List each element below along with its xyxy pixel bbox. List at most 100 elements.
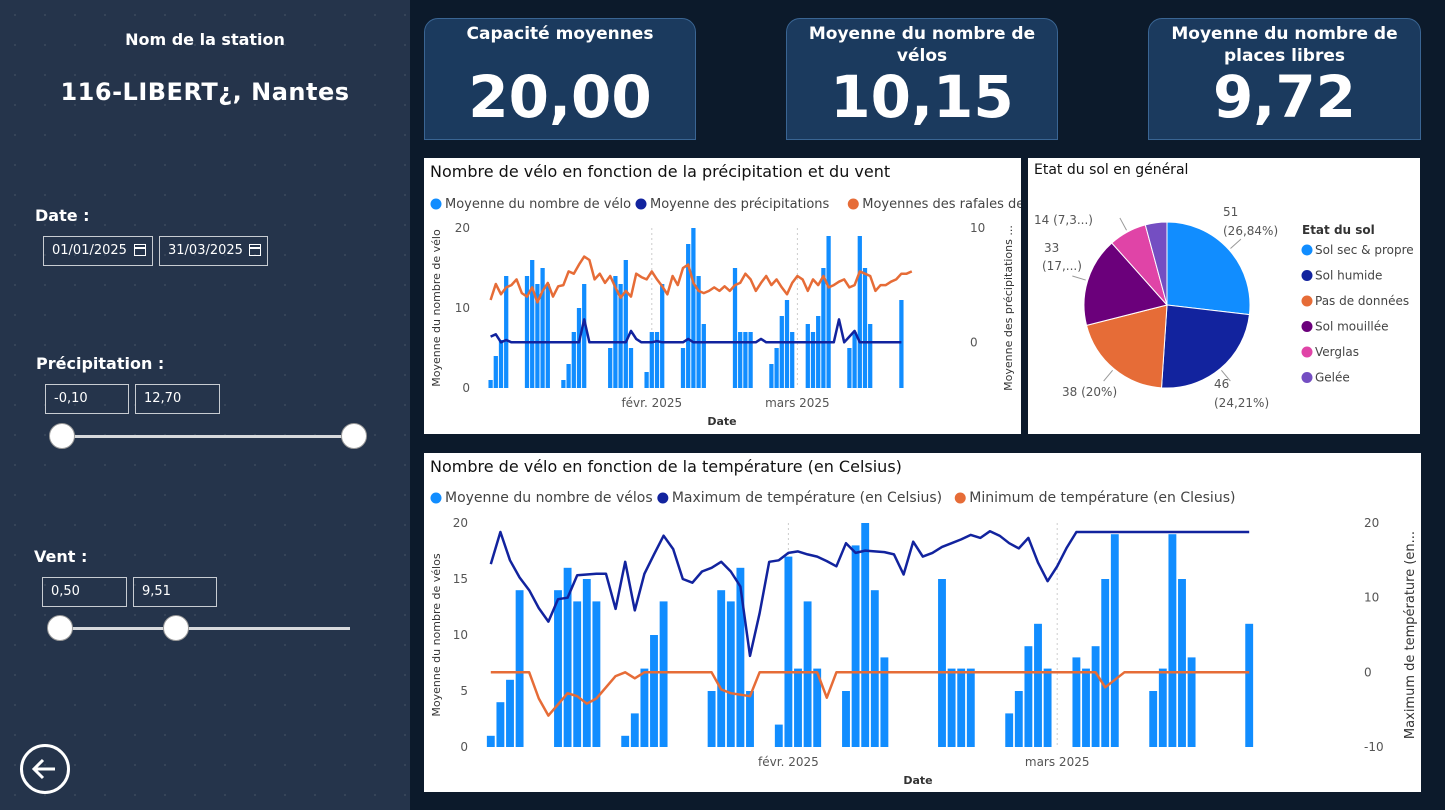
legend-label: Moyenne des précipitations (650, 197, 830, 212)
precipitation-max-handle[interactable] (341, 423, 367, 449)
legend-label: Sol mouillée (1315, 320, 1389, 334)
bar (504, 276, 509, 388)
bar (816, 316, 821, 388)
data-label: 51 (1223, 205, 1238, 219)
vent-max-handle[interactable] (163, 615, 189, 641)
precipitation-min-input[interactable]: -0,10 (45, 384, 129, 414)
data-label-pct: (26,84%) (1223, 224, 1278, 238)
precipitation-min-handle[interactable] (49, 423, 75, 449)
chart-bikes-precipitation: Nombre de vélo en fonction de la précipi… (424, 158, 1064, 434)
bar (826, 236, 831, 388)
date-to-input[interactable]: 31/03/2025 (159, 236, 268, 266)
bar (899, 300, 904, 388)
vent-slider-track[interactable] (60, 627, 350, 630)
vent-min-input[interactable]: 0,50 (42, 577, 127, 607)
bar (748, 332, 753, 388)
legend-label: Moyennes des rafales de vents (862, 197, 1021, 212)
legend-label: Verglas (1315, 345, 1359, 359)
kpi-title: Capacité moyennes (466, 24, 654, 44)
bar (862, 268, 868, 388)
arrow-left-icon (31, 758, 55, 780)
date-from-value: 01/01/2025 (52, 243, 127, 258)
chart-title: Nombre de vélo en fonction de la précipi… (430, 162, 890, 181)
legend-marker (657, 492, 669, 504)
kpi-card-free-places: Moyenne du nombre de places libres 9,72 (1148, 18, 1421, 140)
bar (561, 380, 566, 388)
bar (582, 284, 587, 388)
leader-line (1119, 217, 1127, 231)
bar (540, 268, 545, 388)
bar (1072, 657, 1081, 747)
legend-marker (1301, 321, 1313, 332)
pie-slice (1160, 304, 1250, 389)
filter-sidebar: Nom de la station 116-LIBERT¿, Nantes Da… (0, 0, 410, 810)
back-button[interactable] (20, 744, 70, 794)
kpi-title: Moyenne du nombre de vélos (808, 24, 1036, 66)
bar (660, 284, 665, 388)
y2-tick-label: 20 (1364, 516, 1379, 530)
legend-marker (430, 492, 442, 504)
station-name: 116-LIBERT¿, Nantes (60, 78, 350, 106)
bar (545, 284, 550, 388)
y2-tick-label: 10 (1364, 591, 1379, 605)
series-line (490, 671, 1250, 717)
bar (621, 735, 630, 747)
bar (880, 657, 889, 747)
precipitation-slider-track[interactable] (62, 435, 354, 438)
chart-title: Etat du sol en général (1034, 162, 1188, 178)
date-label: Date : (35, 206, 90, 225)
vent-label: Vent : (34, 547, 88, 566)
legend-title: Etat du sol (1302, 223, 1375, 237)
bar (1091, 646, 1100, 747)
series-line (490, 318, 902, 344)
chart-bikes-temperature-svg: Nombre de vélo en fonction de la tempéra… (430, 457, 1418, 787)
bar (691, 228, 696, 388)
y-tick-label: 0 (460, 740, 468, 754)
legend-marker (430, 198, 442, 210)
bar (1178, 579, 1186, 747)
bar (842, 691, 850, 747)
date-to-value: 31/03/2025 (168, 243, 243, 258)
vent-min-handle[interactable] (47, 615, 73, 641)
legend-label: Sol sec & propre (1315, 243, 1414, 257)
bar (726, 601, 735, 747)
bar (554, 590, 562, 747)
vent-max-input[interactable]: 9,51 (133, 577, 217, 607)
x-tick-label: mars 2025 (1025, 755, 1090, 769)
bar (743, 332, 748, 388)
leader-line (1230, 238, 1242, 249)
bar (1082, 668, 1090, 747)
bar (784, 300, 790, 388)
bar (644, 372, 649, 388)
x-tick-label: févr. 2025 (621, 396, 682, 410)
bar (623, 260, 628, 388)
bar (571, 332, 576, 388)
legend-marker (1301, 346, 1313, 358)
calendar-icon[interactable] (249, 244, 261, 256)
calendar-icon[interactable] (134, 244, 146, 256)
bar (1005, 713, 1014, 747)
bar (486, 735, 495, 747)
bar (790, 332, 795, 388)
y-tick-label: 0 (462, 381, 470, 395)
x-axis-label: Date (707, 415, 736, 428)
bar (701, 324, 706, 388)
chart-bikes-precipitation-svg: Nombre de vélo en fonction de la précipi… (430, 162, 1064, 428)
date-from-input[interactable]: 01/01/2025 (43, 236, 153, 266)
bar (938, 579, 946, 747)
bar (608, 348, 613, 388)
x-tick-label: mars 2025 (765, 396, 830, 410)
legend-label: Sol humide (1315, 269, 1382, 283)
data-label: 38 (20%) (1062, 385, 1117, 399)
precipitation-max-input[interactable]: 12,70 (135, 384, 220, 414)
bar (857, 236, 862, 388)
chart-title: Nombre de vélo en fonction de la tempéra… (430, 457, 902, 476)
leader-line (1072, 275, 1086, 281)
y2-axis-label: Maximum de température (en... (1403, 531, 1418, 739)
bar (1101, 579, 1110, 747)
bar (847, 348, 852, 388)
kpi-title: Moyenne du nombre de places libres (1171, 24, 1398, 66)
bar (496, 702, 505, 747)
bar (488, 380, 493, 388)
y-tick-label: 20 (455, 221, 470, 235)
